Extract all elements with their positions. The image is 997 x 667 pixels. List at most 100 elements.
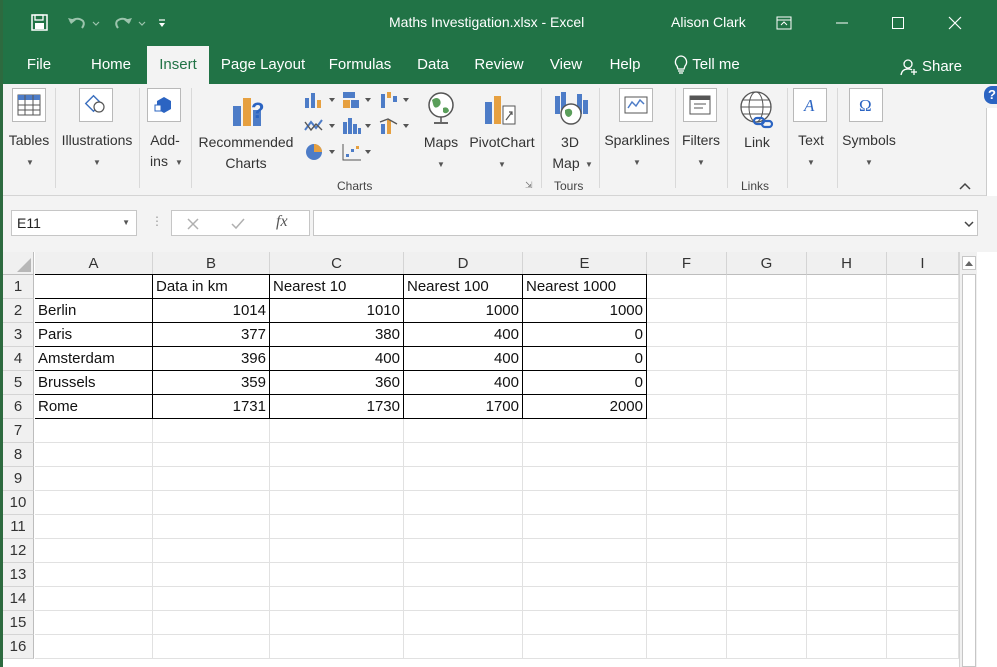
text-button[interactable]: A Text ▼ (789, 84, 837, 194)
column-header[interactable]: C (270, 252, 404, 275)
row-header[interactable]: 7 (3, 419, 34, 443)
cell[interactable] (727, 443, 807, 467)
row-header[interactable]: 12 (3, 539, 34, 563)
row-header[interactable]: 13 (3, 563, 34, 587)
cell[interactable] (404, 491, 523, 515)
recommended-charts-button[interactable]: ? Recommended Charts (193, 84, 299, 194)
cell[interactable] (270, 539, 404, 563)
cell[interactable] (807, 467, 887, 491)
maximize-icon[interactable] (886, 13, 910, 33)
cell[interactable] (647, 539, 727, 563)
cell[interactable]: 2000 (523, 395, 647, 419)
cell[interactable]: 1000 (523, 299, 647, 323)
cell[interactable] (404, 515, 523, 539)
cell[interactable] (647, 395, 727, 419)
cell[interactable] (270, 515, 404, 539)
cell[interactable] (887, 299, 959, 323)
cell[interactable] (727, 275, 807, 299)
cell[interactable] (807, 419, 887, 443)
cell[interactable]: Nearest 10 (270, 275, 404, 299)
cell[interactable] (647, 515, 727, 539)
cell[interactable]: 377 (153, 323, 270, 347)
redo-icon[interactable] (109, 12, 147, 34)
cell[interactable]: Nearest 100 (404, 275, 523, 299)
sparklines-button[interactable]: Sparklines ▼ (601, 84, 673, 194)
tab-help[interactable]: Help (601, 46, 649, 84)
cell[interactable] (523, 443, 647, 467)
cell[interactable] (727, 419, 807, 443)
row-header[interactable]: 4 (3, 347, 34, 371)
tab-view[interactable]: View (541, 46, 591, 84)
cell[interactable] (35, 515, 153, 539)
cell[interactable] (647, 323, 727, 347)
cell[interactable] (647, 371, 727, 395)
cell[interactable] (647, 443, 727, 467)
cell[interactable]: 0 (523, 347, 647, 371)
column-header[interactable]: A (35, 252, 153, 275)
cell[interactable] (523, 515, 647, 539)
cell[interactable]: 0 (523, 371, 647, 395)
cell[interactable] (647, 419, 727, 443)
scatter-chart-button[interactable] (341, 142, 375, 165)
cell[interactable] (727, 515, 807, 539)
cell[interactable] (153, 467, 270, 491)
row-header[interactable]: 6 (3, 395, 34, 419)
column-header[interactable]: I (887, 252, 959, 275)
cell[interactable]: 1730 (270, 395, 404, 419)
scroll-up-button[interactable] (962, 256, 976, 270)
cancel-icon[interactable] (186, 217, 200, 231)
cell[interactable] (807, 395, 887, 419)
cell[interactable]: 400 (404, 347, 523, 371)
cell[interactable]: 359 (153, 371, 270, 395)
cell[interactable] (807, 299, 887, 323)
tables-button[interactable]: Tables ▼ (5, 84, 55, 194)
link-button[interactable]: Link (729, 84, 785, 194)
cell[interactable] (887, 539, 959, 563)
vertical-scrollbar[interactable] (959, 252, 977, 667)
cell[interactable] (727, 347, 807, 371)
name-box-dropdown-icon[interactable]: ▼ (122, 211, 130, 235)
cell[interactable] (523, 467, 647, 491)
cell[interactable] (727, 563, 807, 587)
insert-function-icon[interactable]: fx (276, 213, 288, 231)
cell[interactable] (523, 539, 647, 563)
cell[interactable] (807, 611, 887, 635)
cell[interactable] (727, 467, 807, 491)
cell[interactable] (887, 515, 959, 539)
hierarchy-chart-button[interactable] (341, 90, 375, 113)
cell[interactable] (647, 467, 727, 491)
cell[interactable]: 396 (153, 347, 270, 371)
scroll-thumb[interactable] (962, 274, 976, 667)
cell[interactable] (153, 443, 270, 467)
cell[interactable] (270, 443, 404, 467)
pivotchart-button[interactable]: PivotChart ▼ (463, 84, 541, 194)
undo-icon[interactable] (65, 12, 101, 34)
row-header[interactable]: 11 (3, 515, 34, 539)
select-all-corner[interactable] (3, 252, 34, 275)
symbols-button[interactable]: Ω Symbols ▼ (839, 84, 899, 194)
formula-input[interactable] (313, 210, 978, 236)
cell[interactable] (807, 539, 887, 563)
tell-me-box[interactable]: Tell me (665, 46, 749, 84)
column-header[interactable]: E (523, 252, 647, 275)
cell[interactable] (807, 443, 887, 467)
cell[interactable] (807, 347, 887, 371)
customize-toolbar-icon[interactable] (155, 12, 169, 34)
cell[interactable] (404, 419, 523, 443)
cell[interactable] (807, 635, 887, 659)
row-header[interactable]: 5 (3, 371, 34, 395)
row-header[interactable]: 14 (3, 587, 34, 611)
cell[interactable] (153, 587, 270, 611)
tab-insert[interactable]: Insert (147, 46, 209, 85)
cell[interactable] (35, 443, 153, 467)
cell[interactable] (887, 563, 959, 587)
cell[interactable] (727, 395, 807, 419)
cell[interactable] (727, 539, 807, 563)
cell[interactable] (35, 635, 153, 659)
cell[interactable] (887, 419, 959, 443)
expand-formula-bar-icon[interactable] (963, 216, 975, 232)
cell[interactable]: 1000 (404, 299, 523, 323)
charts-launcher-icon[interactable]: ⇲ (525, 180, 533, 191)
cell[interactable] (153, 611, 270, 635)
column-header[interactable]: F (647, 252, 727, 275)
